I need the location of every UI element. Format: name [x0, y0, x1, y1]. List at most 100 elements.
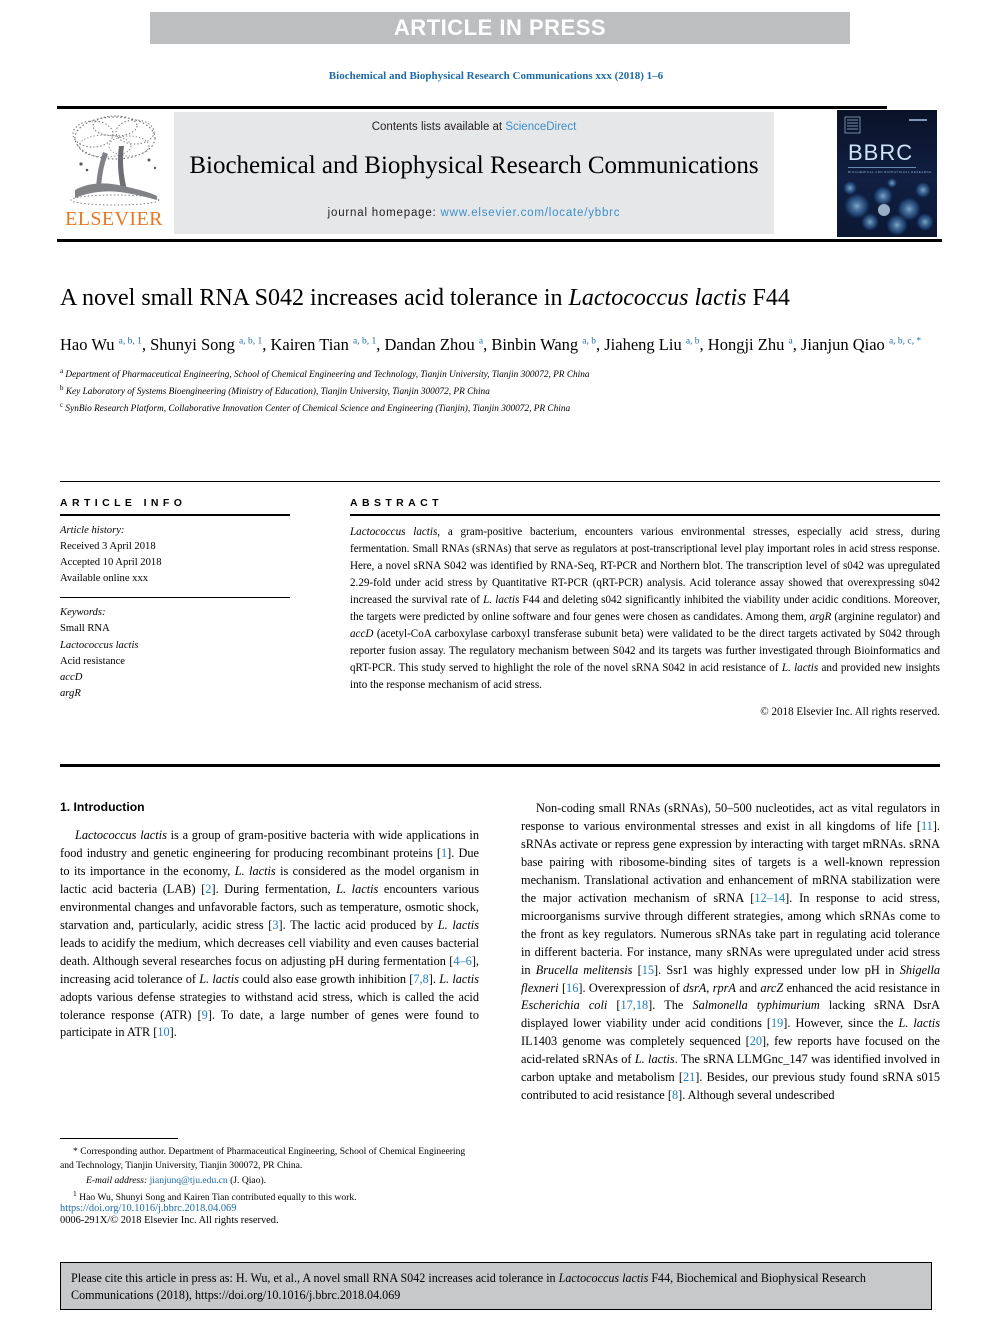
elsevier-tree-icon [63, 112, 167, 208]
masthead-top-rule [57, 106, 887, 109]
running-head: Biochemical and Biophysical Research Com… [328, 70, 664, 82]
author-name: Binbin Wang [491, 334, 583, 354]
journal-homepage-line: journal homepage: www.elsevier.com/locat… [174, 207, 774, 219]
keyword-item: argR [60, 687, 81, 699]
equal-contribution-marker: 1 [73, 1188, 77, 1198]
journal-masthead: ELSEVIER Contents lists available at Sci… [57, 106, 942, 242]
citation-reference[interactable]: 3 [272, 918, 278, 932]
cite-this-article-text: Please cite this article in press as: H.… [71, 1270, 921, 1304]
body-italic-term: L. lactis [439, 971, 479, 986]
citation-reference[interactable]: 2 [205, 882, 211, 896]
citation-reference[interactable]: 17,18 [621, 998, 649, 1012]
doi-link[interactable]: https://doi.org/10.1016/j.bbrc.2018.04.0… [60, 1203, 500, 1214]
corresponding-author-marker: * [73, 1146, 78, 1157]
author-name: Dandan Zhou [384, 334, 479, 354]
affiliation-line: c SynBio Research Platform, Collaborativ… [60, 400, 940, 417]
citation-reference[interactable]: 10 [157, 1025, 169, 1039]
abstract-italic-term: accD [350, 627, 374, 640]
citation-reference[interactable]: 4–6 [453, 954, 471, 968]
issn-copyright-line: 0006-291X/© 2018 Elsevier Inc. All right… [60, 1215, 279, 1226]
affiliation-line: b Key Laboratory of Systems Bioengineeri… [60, 383, 940, 400]
journal-band: Contents lists available at ScienceDirec… [174, 112, 774, 234]
author-name: Shunyi Song [150, 334, 240, 354]
body-italic-term: Salmonella typhimurium [692, 998, 820, 1013]
keywords-items: Small RNA Lactococcus lactis Acid resistan… [60, 621, 290, 701]
article-info-rule [60, 514, 290, 516]
author-name: Kairen Tian [270, 334, 353, 354]
footnote-email: E-mail address: jianjunq@tju.edu.cn (J. … [60, 1174, 479, 1188]
body-italic-term: Lactococcus lactis [75, 828, 167, 842]
citation-reference[interactable]: 1 [441, 846, 447, 860]
citation-reference[interactable]: 20 [750, 1034, 762, 1048]
cite-this-article-box: Please cite this article in press as: H.… [60, 1262, 932, 1310]
abstract-lead-species: Lactococcus lactis [350, 526, 438, 538]
body-italic-term: L. lactis [199, 971, 239, 986]
body-italic-term: arcZ [760, 980, 784, 995]
sciencedirect-link[interactable]: ScienceDirect [505, 121, 576, 133]
svg-text:BBRC: BBRC [848, 140, 913, 165]
abstract-heading: ABSTRACT [350, 497, 443, 509]
citation-reference[interactable]: 9 [202, 1008, 208, 1022]
author-affiliation-marker: a, b, 1 [239, 336, 263, 347]
article-available-online: Available online xxx [60, 573, 149, 585]
homepage-url-link[interactable]: www.elsevier.com/locate/ybbrc [441, 207, 621, 219]
citation-reference[interactable]: 11 [921, 819, 933, 833]
article-in-press-banner: ARTICLE IN PRESS [150, 12, 850, 44]
title-part-2: F44 [746, 285, 790, 311]
body-italic-term: L. lactis [234, 863, 276, 878]
body-italic-term: Escherichia coli [521, 998, 608, 1013]
title-and-authors: A novel small RNA S042 increases acid to… [60, 283, 940, 417]
citation-reference[interactable]: 12–14 [754, 891, 785, 905]
article-info-heading: ARTICLE INFO [60, 497, 187, 509]
citation-reference[interactable]: 19 [771, 1016, 783, 1030]
contents-prefix: Contents lists available at [371, 121, 506, 133]
citation-reference[interactable]: 8 [672, 1088, 678, 1102]
author-affiliation-marker: a, b [582, 336, 596, 347]
contents-lists-line: Contents lists available at ScienceDirec… [174, 121, 774, 133]
body-italic-term: L. lactis [898, 1016, 940, 1031]
citation-reference[interactable]: 16 [566, 981, 578, 995]
body-italic-term: Brucella melitensis [535, 962, 633, 977]
body-italic-term: L. lactis [336, 881, 379, 896]
article-info-column: ARTICLE INFO Article history: Received 3… [60, 497, 290, 702]
author-separator: , [596, 334, 605, 354]
rule-below-authors [60, 481, 940, 482]
keyword-item: Lactococcus lactis [60, 639, 139, 651]
citation-reference[interactable]: 15 [642, 963, 654, 977]
footnote-corresponding-author: * Corresponding author. Department of Ph… [60, 1145, 479, 1173]
affiliation-text: SynBio Research Platform, Collaborative … [63, 404, 571, 415]
elsevier-wordmark: ELSEVIER [65, 208, 163, 230]
rule-below-abstract [60, 764, 940, 767]
body-italic-term: dsrA [683, 980, 707, 995]
footnote-rule [60, 1138, 178, 1139]
author-affiliation-marker: a, b, 1 [118, 336, 142, 347]
title-species-italic: Lactococcus lactis [568, 285, 747, 311]
keyword-item: accD [60, 671, 83, 683]
keywords-block: Keywords: Small RNA Lactococcus lactis Aci… [60, 597, 290, 702]
journal-cover-thumbnail: BBRC BIOCHEMICAL AND BIOPHYSICAL RESEARC… [837, 110, 937, 237]
citation-reference[interactable]: 21 [683, 1070, 695, 1084]
author-separator: , [141, 334, 151, 354]
author-list: Hao Wu a, b, 1, Shunyi Song a, b, 1, Kai… [60, 332, 940, 357]
keyword-item: Small RNA [60, 623, 110, 635]
email-address-suffix: (J. Qiao). [227, 1174, 267, 1186]
keyword-item: Acid resistance [60, 655, 126, 667]
email-address-link[interactable]: jianjunq@tju.edu.cn [150, 1175, 228, 1186]
article-accepted: Accepted 10 April 2018 [60, 557, 162, 569]
article-in-press-label: ARTICLE IN PRESS [393, 15, 607, 40]
affiliation-text: Department of Pharmaceutical Engineering… [63, 369, 590, 380]
abstract-italic-term: L. lactis [483, 593, 520, 606]
introduction-paragraph-left: Lactococcus lactis is a group of gram-po… [60, 828, 480, 1040]
author-affiliation-marker: a, b [685, 336, 700, 347]
title-part-1: A novel small RNA S042 increases acid to… [60, 285, 569, 311]
cite-species-italic: Lactococcus lactis [558, 1271, 649, 1285]
author-name: Hao Wu [60, 334, 119, 354]
author-name: Jiaheng Liu [604, 334, 686, 354]
keywords-label: Keywords: [60, 607, 106, 619]
author-name: Hongji Zhu [707, 334, 789, 354]
abstract-rule [350, 514, 940, 516]
affiliation-line: a Department of Pharmaceutical Engineeri… [60, 366, 940, 383]
doi-block: https://doi.org/10.1016/j.bbrc.2018.04.0… [60, 1203, 500, 1226]
body-italic-term: rprA [712, 980, 736, 995]
citation-reference[interactable]: 7,8 [413, 972, 428, 986]
